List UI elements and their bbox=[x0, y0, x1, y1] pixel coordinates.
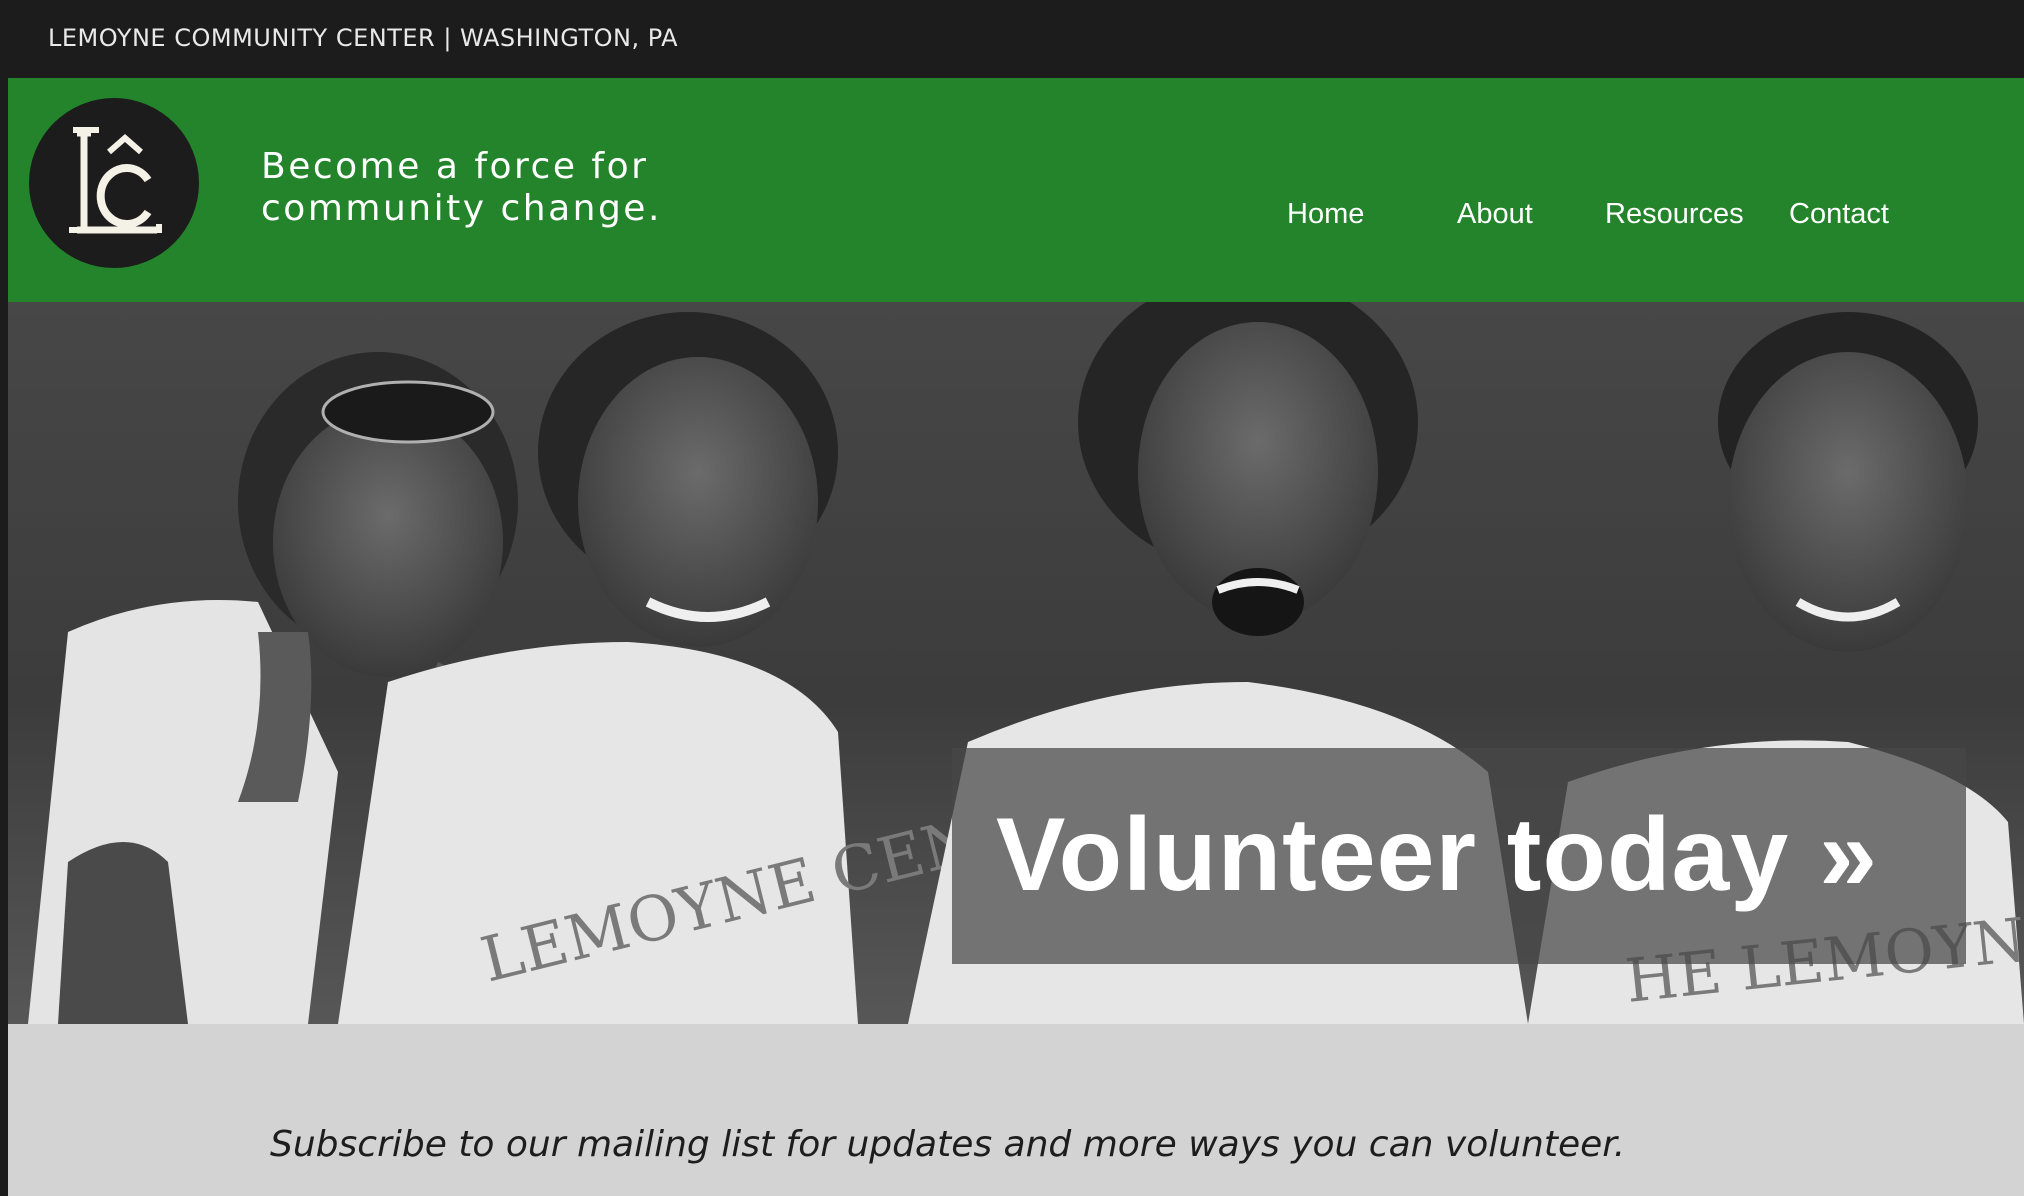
lc-monogram-icon[interactable] bbox=[29, 98, 199, 268]
hero-banner: LEMOYNE CEN HE LEMOYNE CEN Volunteer tod… bbox=[8, 302, 2024, 1024]
page: LEMOYNE COMMUNITY CENTER | WASHINGTON, P… bbox=[0, 0, 2024, 1196]
tagline-line-2: community change. bbox=[261, 188, 662, 229]
nav-contact[interactable]: Contact bbox=[1789, 198, 1889, 231]
subscribe-text: Subscribe to our mailing list for update… bbox=[270, 1124, 1626, 1165]
nav-about[interactable]: About bbox=[1457, 198, 1533, 231]
site-header: Become a force for community change. Hom… bbox=[8, 78, 2024, 302]
volunteer-cta-label: Volunteer today » bbox=[996, 797, 1878, 913]
nav-resources[interactable]: Resources bbox=[1605, 198, 1744, 231]
tagline: Become a force for community change. bbox=[261, 146, 662, 230]
tagline-line-1: Become a force for bbox=[261, 146, 649, 187]
nav-home[interactable]: Home bbox=[1287, 198, 1364, 231]
volunteer-cta-button[interactable]: Volunteer today » bbox=[952, 748, 1966, 964]
site-label: LEMOYNE COMMUNITY CENTER | WASHINGTON, P… bbox=[48, 24, 679, 52]
top-bar: LEMOYNE COMMUNITY CENTER | WASHINGTON, P… bbox=[0, 0, 2024, 78]
left-edge bbox=[0, 78, 8, 1196]
subscribe-band: Subscribe to our mailing list for update… bbox=[8, 1024, 2024, 1196]
